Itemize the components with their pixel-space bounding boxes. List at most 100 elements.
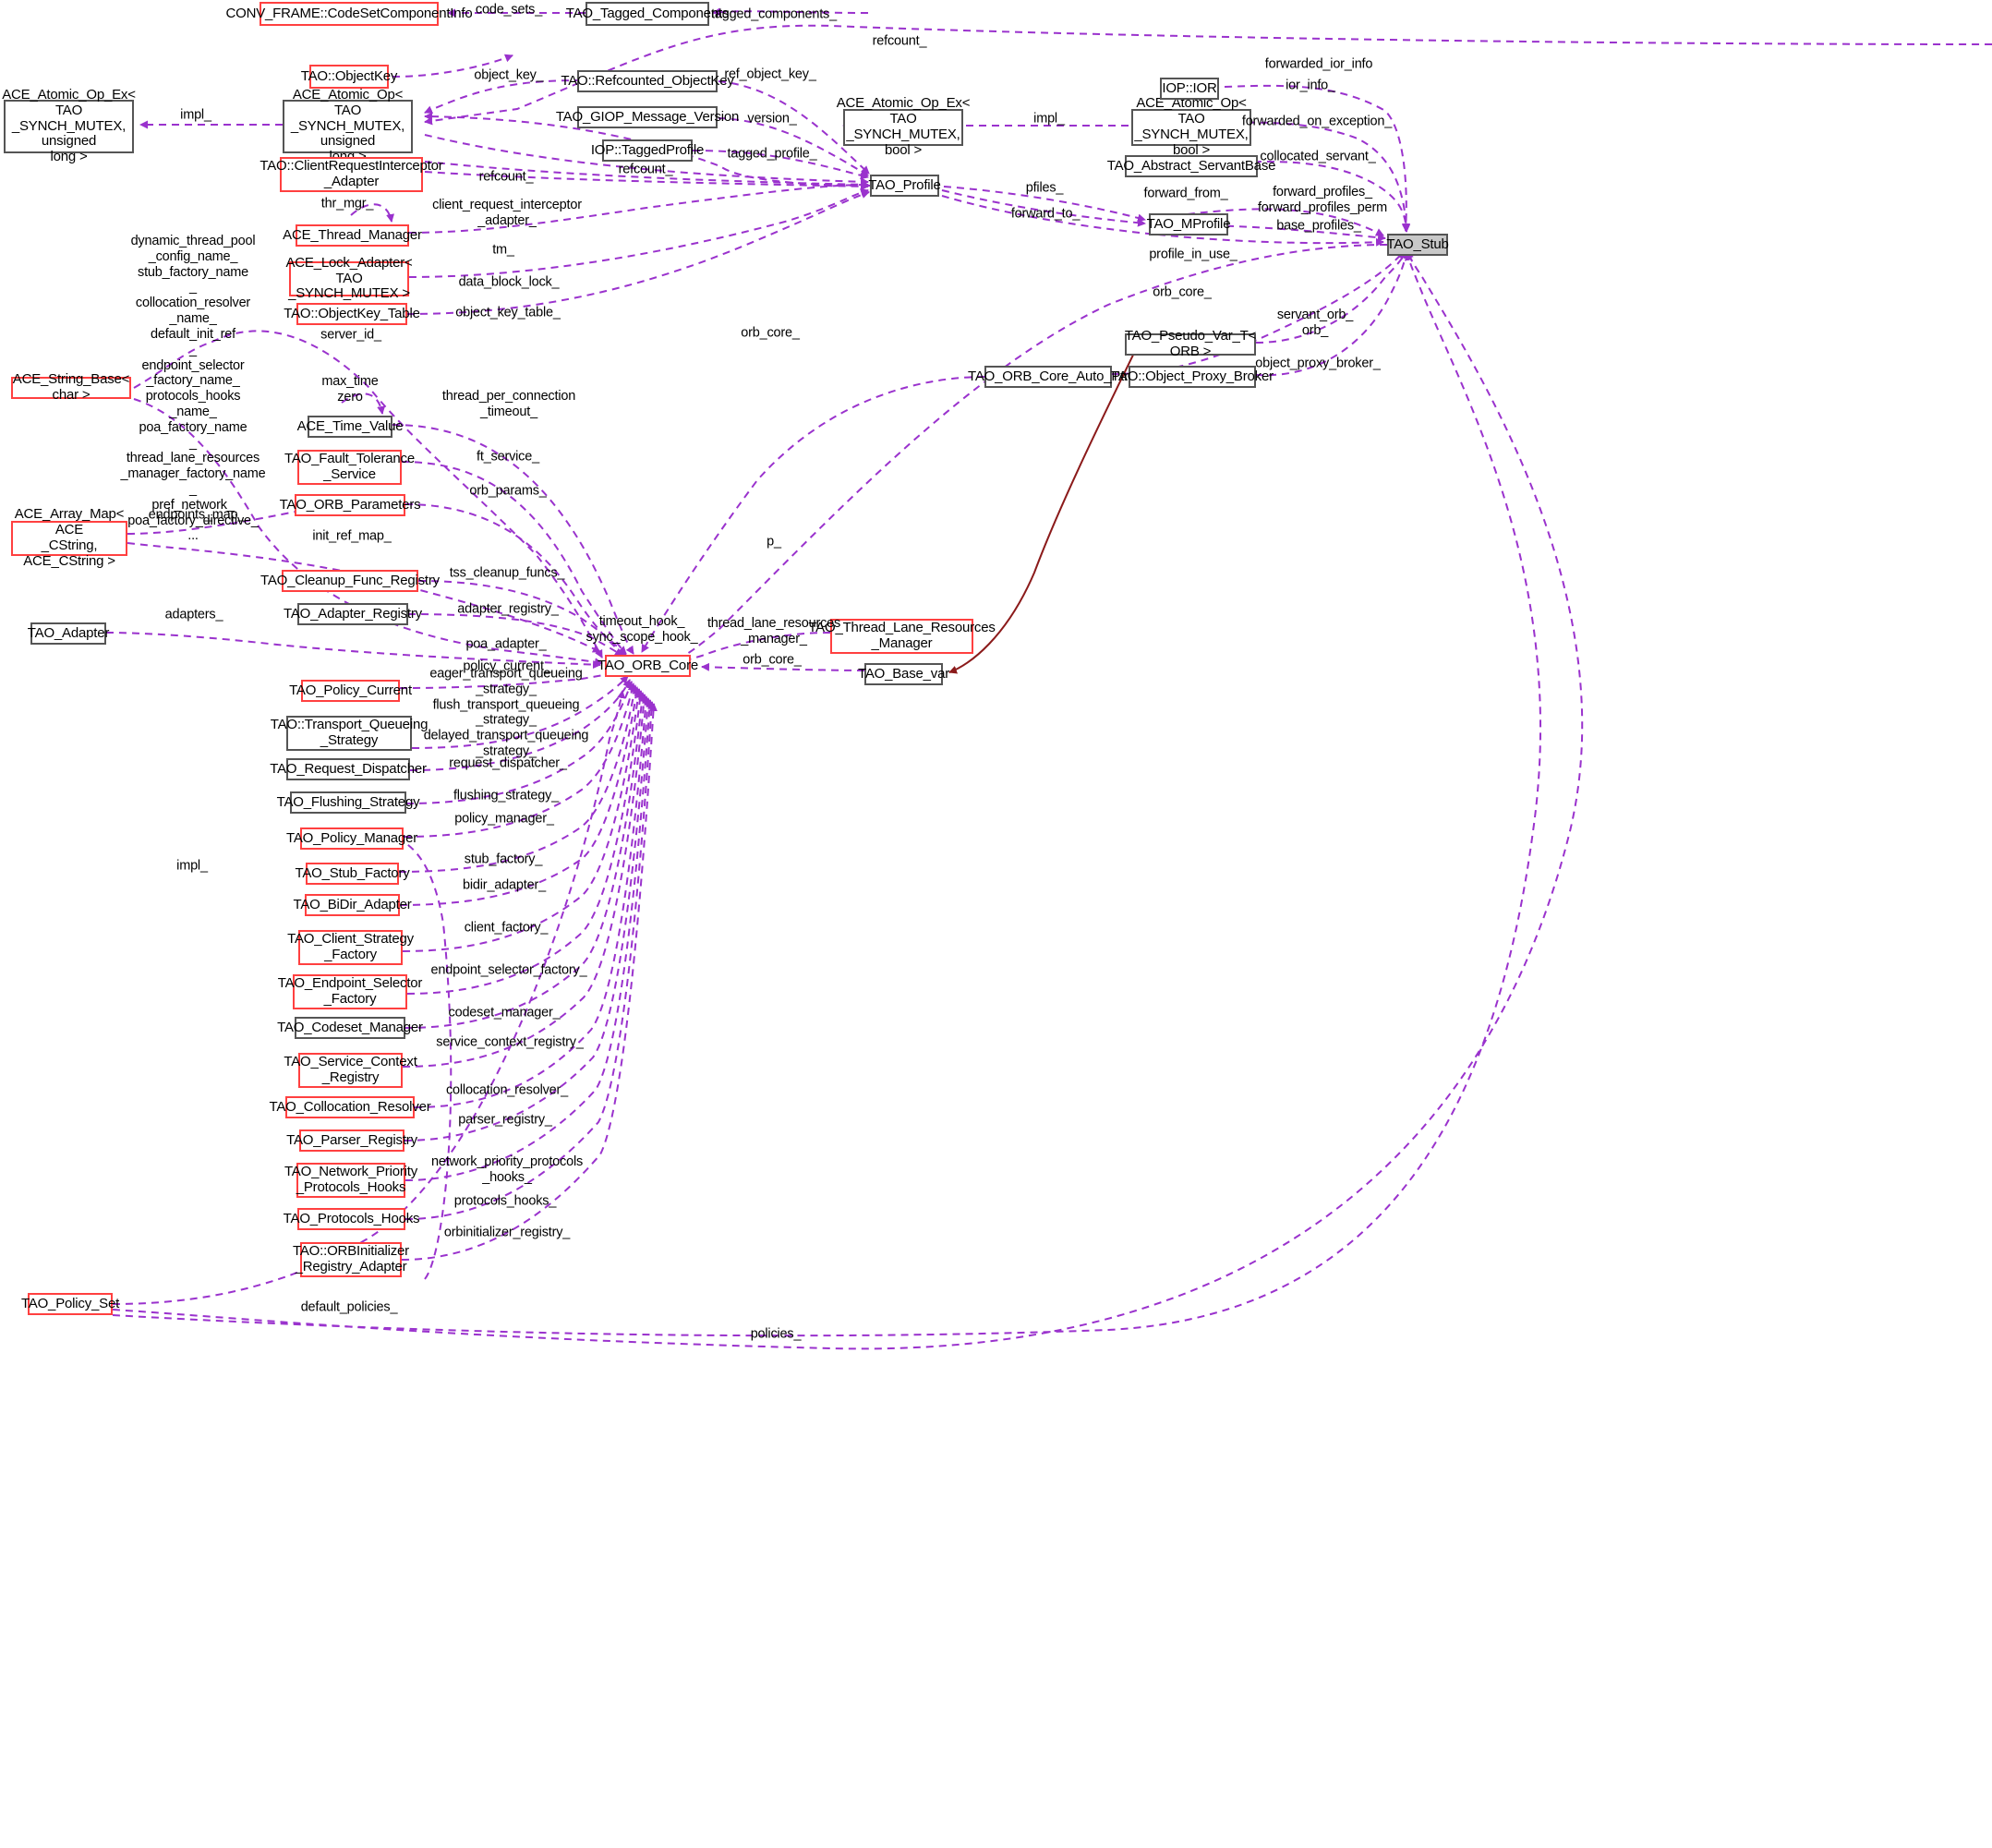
edge-label-forwarded-on-exception: forwarded_on_exception_	[1241, 114, 1393, 129]
edge-label-tss-cleanup-funcs: tss_cleanup_funcs_	[449, 565, 565, 581]
node-tagged-components[interactable]: TAO_Tagged_Components	[566, 2, 729, 26]
node-tao-profile[interactable]: TAO_Profile	[868, 175, 941, 197]
edge-label-orb-params: orb_params_	[469, 483, 547, 499]
node-tao-orb-core[interactable]: TAO_ORB_Core	[598, 655, 698, 677]
node-atomic-op-bool[interactable]: ACE_Atomic_Op< TAO _SYNCH_MUTEX, bool >	[1131, 96, 1251, 158]
edge-label-forward-to: forward_to_	[1010, 206, 1081, 222]
edge-label-timeout-hook: timeout_hook_ sync_scope_hook_	[586, 614, 698, 645]
node-orb-core-auto-ptr[interactable]: TAO_ORB_Core_Auto_Ptr	[968, 366, 1129, 388]
node-adapter-registry[interactable]: TAO_Adapter_Registry	[284, 603, 422, 625]
edge-label-tagged-components: tagged_components_	[711, 6, 837, 22]
node-giop-message-version[interactable]: TAO_GIOP_Message_Version	[556, 106, 739, 128]
edge-label-transport-queueing-strategies: eager_transport_queueing _strategy_ flus…	[423, 666, 589, 759]
edge-label-network-priority-protocols-hooks: network_priority_protocols _hooks_	[430, 1154, 584, 1185]
edge-label-collocated-servant: collocated_servant_	[1260, 149, 1376, 164]
node-orb-parameters[interactable]: TAO_ORB_Parameters	[280, 494, 421, 516]
node-endpoint-selector-factory[interactable]: TAO_Endpoint_Selector _Factory	[278, 974, 422, 1009]
edge-label-client-factory: client_factory_	[464, 920, 549, 936]
edge-label-max-time: max_time zero	[321, 374, 379, 405]
edge-label-adapter-registry: adapter_registry_	[457, 601, 559, 617]
edge-label-code-sets: code_sets_	[475, 2, 543, 18]
edge-label-p: p_	[767, 534, 781, 550]
node-collocation-resolver[interactable]: TAO_Collocation_Resolver	[270, 1096, 431, 1118]
node-ace-lock-adapter[interactable]: ACE_Lock_Adapter< TAO _SYNCH_MUTEX >	[285, 255, 412, 301]
edge-label-refcount-left: refcount_	[478, 169, 534, 185]
edge-label-thread-per-connection-timeout: thread_per_connection _timeout_	[441, 389, 576, 419]
node-iop-ior[interactable]: IOP::IOR	[1160, 78, 1219, 100]
node-tao-stub[interactable]: TAO_Stub	[1386, 234, 1449, 256]
node-clientrequestinterceptor-adapter[interactable]: TAO::ClientRequestInterceptor _Adapter	[260, 157, 443, 192]
node-policy-current[interactable]: TAO_Policy_Current	[289, 680, 412, 702]
node-service-context-registry[interactable]: TAO_Service_Context _Registry	[284, 1053, 417, 1088]
node-ace-thread-manager[interactable]: ACE_Thread_Manager	[283, 224, 422, 247]
edge-label-base-profiles: base_profiles_	[1276, 218, 1361, 234]
node-codeset-manager[interactable]: TAO_Codeset_Manager	[277, 1017, 423, 1039]
edge-label-refcount-mid: refcount_	[618, 162, 673, 177]
node-policy-set[interactable]: TAO_Policy_Set	[21, 1293, 119, 1315]
edge-label-stub-factory: stub_factory_	[464, 852, 543, 867]
node-orbinitializer-registry-adapter[interactable]: TAO::ORBInitializer _Registry_Adapter	[293, 1242, 409, 1277]
edge-label-impl-left: impl_	[180, 107, 211, 123]
edge-label-protocols-hooks: protocols_hooks_	[453, 1193, 557, 1209]
node-ace-array-map[interactable]: ACE_Array_Map< ACE _CString, ACE_CString…	[11, 507, 127, 569]
edge-label-client-request-interceptor-adapter: client_request_interceptor _adapter_	[432, 198, 582, 228]
node-fault-tolerance-service[interactable]: TAO_Fault_Tolerance _Service	[284, 450, 415, 485]
edge-label-thr-mgr: thr_mgr_	[320, 196, 374, 211]
node-request-dispatcher[interactable]: TAO_Request_Dispatcher	[270, 758, 427, 780]
node-parser-registry[interactable]: TAO_Parser_Registry	[286, 1129, 417, 1152]
edge-label-data-block-lock: data_block_lock_	[458, 274, 560, 290]
edge-label-orbinitializer-registry: orbinitializer_registry_	[443, 1225, 571, 1240]
node-tao-base-var[interactable]: TAO_Base_var	[858, 663, 949, 685]
edge-label-impl-policyset: impl_	[176, 858, 208, 874]
edge-label-ft-service: ft_service_	[477, 449, 539, 465]
node-objectkey[interactable]: TAO::ObjectKey	[301, 65, 397, 89]
node-object-proxy-broker[interactable]: TAO::Object_Proxy_Broker	[1111, 366, 1274, 388]
edge-label-service-context-registry: service_context_registry_	[436, 1034, 584, 1050]
node-transport-queueing-strategy[interactable]: TAO::Transport_Queueing _Strategy	[271, 716, 428, 751]
node-refcounted-objectkey[interactable]: TAO::Refcounted_ObjectKey	[561, 70, 734, 92]
collaboration-diagram: CONV_FRAME::CodeSetComponentInfo TAO_Tag…	[0, 0, 1992, 1848]
node-bidir-adapter[interactable]: TAO_BiDir_Adapter	[293, 894, 412, 916]
node-atomic-op-ex-ulong[interactable]: ACE_Atomic_Op_Ex< TAO _SYNCH_MUTEX, unsi…	[2, 87, 136, 164]
edge-label-tagged-profile: tagged_profile_	[727, 146, 817, 162]
edge-label-forwarded-ior-info: forwarded_ior_info	[1264, 56, 1373, 72]
edge-label-adapters: adapters_	[164, 607, 223, 622]
node-tao-adapter[interactable]: TAO_Adapter	[28, 622, 109, 645]
edge-label-policies: policies_	[750, 1326, 802, 1342]
node-client-strategy-factory[interactable]: TAO_Client_Strategy _Factory	[287, 930, 414, 965]
node-taggedprofile[interactable]: IOP::TaggedProfile	[591, 139, 704, 162]
node-flushing-strategy[interactable]: TAO_Flushing_Strategy	[277, 791, 420, 814]
node-stub-factory[interactable]: TAO_Stub_Factory	[295, 863, 410, 885]
node-pseudo-var-t[interactable]: TAO_Pseudo_Var_T< ORB >	[1125, 328, 1257, 359]
node-ace-time-value[interactable]: ACE_Time_Value	[297, 416, 404, 438]
node-thread-lane-resources-manager[interactable]: TAO_Thread_Lane_Resources _Manager	[808, 619, 996, 654]
node-atomic-op-ex-bool[interactable]: ACE_Atomic_Op_Ex< TAO _SYNCH_MUTEX, bool…	[837, 96, 971, 158]
edge-label-codeset-manager: codeset_manager_	[448, 1005, 561, 1021]
edge-label-profile-in-use: profile_in_use_	[1149, 247, 1237, 262]
edge-label-object-proxy-broker: object_proxy_broker_	[1255, 356, 1381, 371]
node-codesetcomponentinfo[interactable]: CONV_FRAME::CodeSetComponentInfo	[225, 2, 473, 26]
edge-label-pfiles: pfiles_	[1025, 180, 1064, 196]
edge-label-orb-core-base: orb_core_	[742, 652, 802, 668]
edge-label-tm: tm_	[492, 242, 514, 258]
node-network-priority-protocols-hooks[interactable]: TAO_Network_Priority _Protocols_Hooks	[284, 1163, 417, 1198]
edge-label-poa-adapter: poa_adapter_	[465, 636, 547, 652]
edge-label-flushing-strategy: flushing_strategy_	[453, 788, 560, 803]
edge-label-forward-profiles: forward_profiles_ forward_profiles_perm	[1257, 185, 1388, 215]
node-protocols-hooks[interactable]: TAO_Protocols_Hooks	[284, 1208, 420, 1230]
edge-label-ior-info: ior_info_	[1286, 78, 1335, 93]
edge-label-endpoints-map: endpoints_map_	[148, 507, 246, 523]
node-cleanup-func-registry[interactable]: TAO_Cleanup_Func_Registry	[260, 570, 440, 592]
node-atomic-op-ulong[interactable]: ACE_Atomic_Op< TAO _SYNCH_MUTEX, unsigne…	[283, 87, 413, 164]
node-tao-mprofile[interactable]: TAO_MProfile	[1147, 213, 1231, 236]
node-abstract-servantbase[interactable]: TAO_Abstract_ServantBase	[1107, 155, 1275, 177]
edge-label-request-dispatcher: request_dispatcher_	[449, 755, 567, 771]
node-ace-string-base[interactable]: ACE_String_Base< char >	[11, 371, 131, 403]
edge-label-orb-core-mid: orb_core_	[741, 325, 800, 341]
node-policy-manager[interactable]: TAO_Policy_Manager	[286, 827, 417, 850]
node-objectkey-table[interactable]: TAO::ObjectKey_Table	[284, 303, 420, 325]
edge-label-policy-manager: policy_manager_	[454, 811, 554, 827]
edge-label-ref-object-key: ref_object_key_	[724, 66, 816, 82]
edge-label-thread-lane-resources-manager: thread_lane_resources _manager_	[706, 616, 841, 646]
edge-label-parser-registry: parser_registry_	[458, 1112, 552, 1128]
